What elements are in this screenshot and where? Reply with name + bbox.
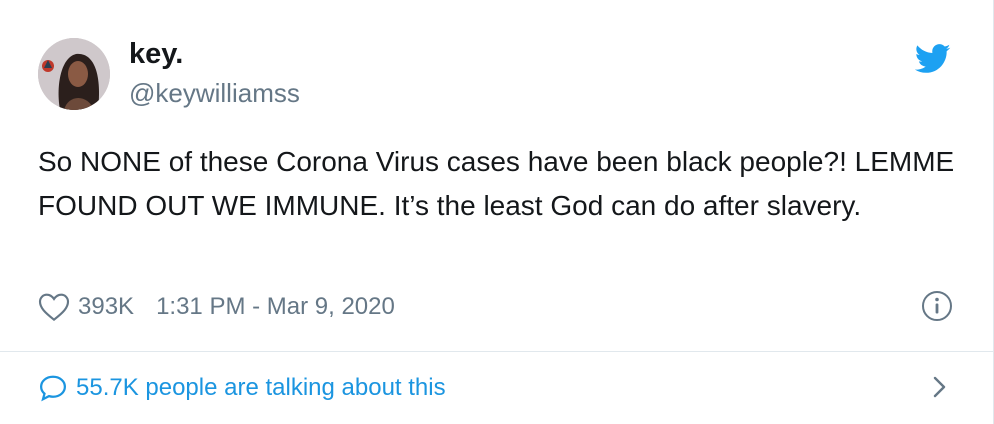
talking-about-label: 55.7K people are talking about this: [76, 374, 446, 401]
tweet-timestamp[interactable]: 1:31 PM - Mar 9, 2020: [156, 293, 395, 321]
divider: [0, 351, 994, 352]
speech-bubble-icon: [39, 375, 67, 402]
info-icon[interactable]: [921, 290, 953, 322]
embedded-tweet-card: key. @keywilliamss So NONE of these Coro…: [0, 0, 994, 424]
author-display-name[interactable]: key.: [129, 37, 183, 71]
twitter-bird-icon[interactable]: [915, 44, 951, 74]
heart-icon[interactable]: [38, 292, 70, 322]
like-count[interactable]: 393K: [78, 293, 134, 321]
author-handle[interactable]: @keywilliamss: [129, 78, 300, 108]
tweet-text: So NONE of these Corona Virus cases have…: [38, 146, 955, 221]
chevron-right-icon[interactable]: [931, 372, 949, 402]
talking-about-link[interactable]: 55.7K people are talking about this: [38, 366, 956, 410]
avatar[interactable]: [38, 38, 110, 110]
tweet-meta: 393K 1:31 PM - Mar 9, 2020: [38, 287, 395, 327]
